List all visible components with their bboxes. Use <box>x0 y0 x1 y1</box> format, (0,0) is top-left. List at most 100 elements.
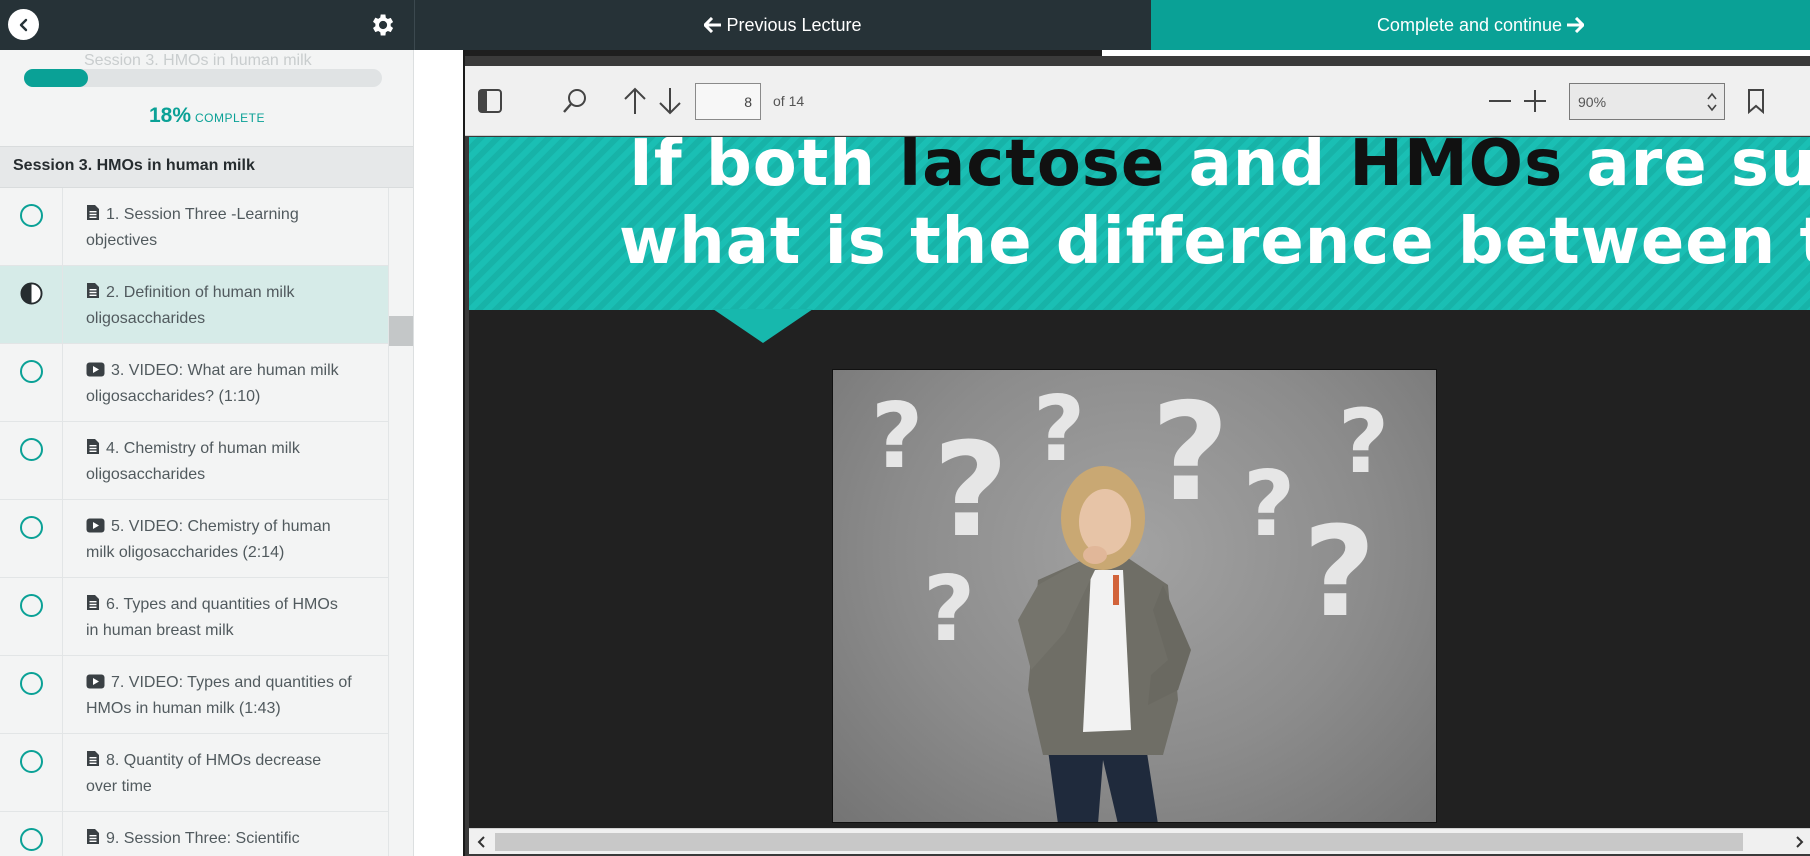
lecture-item[interactable]: 6. Types and quantities of HMOs in human … <box>0 578 388 656</box>
incomplete-circle-icon <box>20 438 43 461</box>
lecture-item[interactable]: 7. VIDEO: Types and quantities of HMOs in… <box>0 656 388 734</box>
lecture-status <box>0 656 63 733</box>
progress-percent: 18% <box>148 104 191 127</box>
document-icon <box>87 595 99 610</box>
document-icon <box>87 439 99 454</box>
progress-complete-word: COMPLETE <box>195 111 266 125</box>
lecture-title: 3. VIDEO: What are human milk oligosaccha… <box>63 344 351 421</box>
video-play-icon <box>86 674 105 689</box>
lecture-status <box>0 344 63 421</box>
zoom-select[interactable]: 90% <box>1569 83 1725 120</box>
incomplete-circle-icon <box>20 672 43 695</box>
document-top-edge <box>1102 50 1810 56</box>
sidebar-toggle-icon[interactable] <box>475 86 505 116</box>
horizontal-scroll-thumb[interactable] <box>495 833 1743 851</box>
progress-bar <box>24 69 382 87</box>
lecture-title-line1: 2. Definition of human milk <box>106 284 295 301</box>
lecture-item[interactable]: 4. Chemistry of human milk oligosaccharid… <box>0 422 388 500</box>
sidebar-scroll-thumb[interactable] <box>389 316 413 346</box>
zoom-in-icon[interactable] <box>1520 86 1550 116</box>
previous-lecture-button[interactable]: Previous Lecture <box>414 0 1151 50</box>
lecture-item[interactable]: 5. VIDEO: Chemistry of human milk oligosa… <box>0 500 388 578</box>
lecture-status <box>0 188 63 265</box>
arrow-right-icon <box>1567 17 1585 33</box>
chevron-left-icon <box>19 18 27 31</box>
incomplete-circle-icon <box>20 516 43 539</box>
document-icon <box>87 829 99 844</box>
bookmark-icon[interactable] <box>1741 86 1771 116</box>
lecture-item[interactable]: 2. Definition of human milk oligosacchari… <box>0 266 388 344</box>
half-complete-icon <box>20 282 43 305</box>
document-title-strip <box>465 50 1102 56</box>
heading-text-part: If both <box>629 137 900 201</box>
lecture-title-line1: 3. VIDEO: What are human milk <box>111 362 339 379</box>
zoom-out-icon[interactable] <box>1485 86 1515 116</box>
lecture-status <box>0 266 63 343</box>
arrow-left-icon <box>704 17 722 33</box>
sidebar-scrollbar[interactable] <box>388 188 413 856</box>
course-sidebar: Session 3. HMOs in human milk 18% COMPLET… <box>0 50 414 856</box>
incomplete-circle-icon <box>20 360 43 383</box>
horizontal-scrollbar[interactable] <box>469 828 1810 854</box>
next-page-icon[interactable] <box>655 86 685 116</box>
lecture-status <box>0 812 63 856</box>
lecture-title-line2: oligosaccharides <box>86 310 206 327</box>
pdf-toolbar: of 14 90% <box>465 66 1810 136</box>
lecture-title: 6. Types and quantities of HMOs in human … <box>63 578 350 655</box>
document-icon <box>87 205 99 220</box>
previous-page-icon[interactable] <box>620 86 650 116</box>
lecture-status <box>0 578 63 655</box>
progress-bar-fill <box>24 69 89 87</box>
lecture-status <box>0 500 63 577</box>
incomplete-circle-icon <box>20 594 43 617</box>
previous-lecture-label: Previous Lecture <box>726 14 862 35</box>
lecture-item[interactable]: 1. Session Three -Learning objectives <box>0 188 388 266</box>
banner-pointer <box>713 309 813 343</box>
lecture-title: 4. Chemistry of human milk oligosaccharid… <box>63 422 312 499</box>
section-title: Session 3. HMOs in human milk <box>0 146 413 188</box>
incomplete-circle-icon <box>20 828 43 851</box>
lecture-item[interactable]: 8. Quantity of HMOs decrease over time <box>0 734 388 812</box>
lecture-title-line2: oligosaccharides? (1:10) <box>86 388 261 405</box>
lecture-title-line2: over time <box>86 778 152 795</box>
lecture-title-line2: HMOs in human milk (1:43) <box>86 700 281 717</box>
lecture-status <box>0 422 63 499</box>
heading-lactose: lactose <box>899 137 1166 201</box>
sidebar-header <box>0 0 414 50</box>
document-icon <box>87 751 99 766</box>
lecture-title-line2: oligosaccharides <box>86 466 206 483</box>
complete-and-continue-label: Complete and continue <box>1376 14 1563 35</box>
lecture-title: 7. VIDEO: Types and quantities of HMOs in… <box>63 656 364 733</box>
complete-and-continue-button[interactable]: Complete and continue <box>1151 0 1810 50</box>
pdf-viewer: of 14 90% If both lactose and HMOs are <box>463 50 1810 856</box>
page-number-input[interactable] <box>695 83 761 120</box>
lecture-title-line1: 1. Session Three -Learning <box>106 206 299 223</box>
lecture-item[interactable]: 3. VIDEO: What are human milk oligosaccha… <box>0 344 388 422</box>
lecture-title-line1: 7. VIDEO: Types and quantities of <box>111 674 352 691</box>
progress-label: 18% COMPLETE <box>0 104 413 128</box>
course-title-faded: Session 3. HMOs in human milk <box>84 52 312 69</box>
lecture-status <box>0 734 63 811</box>
scroll-right-icon[interactable] <box>1790 833 1808 851</box>
lecture-title: 5. VIDEO: Chemistry of human milk oligosa… <box>63 500 343 577</box>
lecture-title-line2: milk oligosaccharides (2:14) <box>86 544 285 561</box>
lecture-title: 9. Session Three: Scientific <box>63 812 312 856</box>
lecture-title-line1: 6. Types and quantities of HMOs <box>106 596 338 613</box>
incomplete-circle-icon <box>20 750 43 773</box>
lecture-title-line1: 5. VIDEO: Chemistry of human <box>111 518 331 535</box>
lecture-title: 1. Session Three -Learning objectives <box>63 188 311 265</box>
back-button[interactable] <box>8 9 39 40</box>
app-window: Previous Lecture Complete and continue S… <box>0 0 1810 856</box>
document-icon <box>87 283 99 298</box>
woman-figure-illustration <box>1018 466 1191 822</box>
slide-photo: ? ? ? ? ? ? ? ? <box>832 369 1437 823</box>
video-play-icon <box>86 518 105 533</box>
lecture-title: 2. Definition of human milk oligosacchari… <box>63 266 307 343</box>
lecture-item[interactable]: 9. Session Three: Scientific <box>0 812 388 856</box>
lecture-title: 8. Quantity of HMOs decrease over time <box>63 734 333 811</box>
scroll-left-icon[interactable] <box>473 833 491 851</box>
search-icon[interactable] <box>560 86 590 116</box>
gear-icon[interactable] <box>368 11 396 39</box>
incomplete-circle-icon <box>20 204 43 227</box>
lecture-title-line1: 8. Quantity of HMOs decrease <box>106 752 322 769</box>
